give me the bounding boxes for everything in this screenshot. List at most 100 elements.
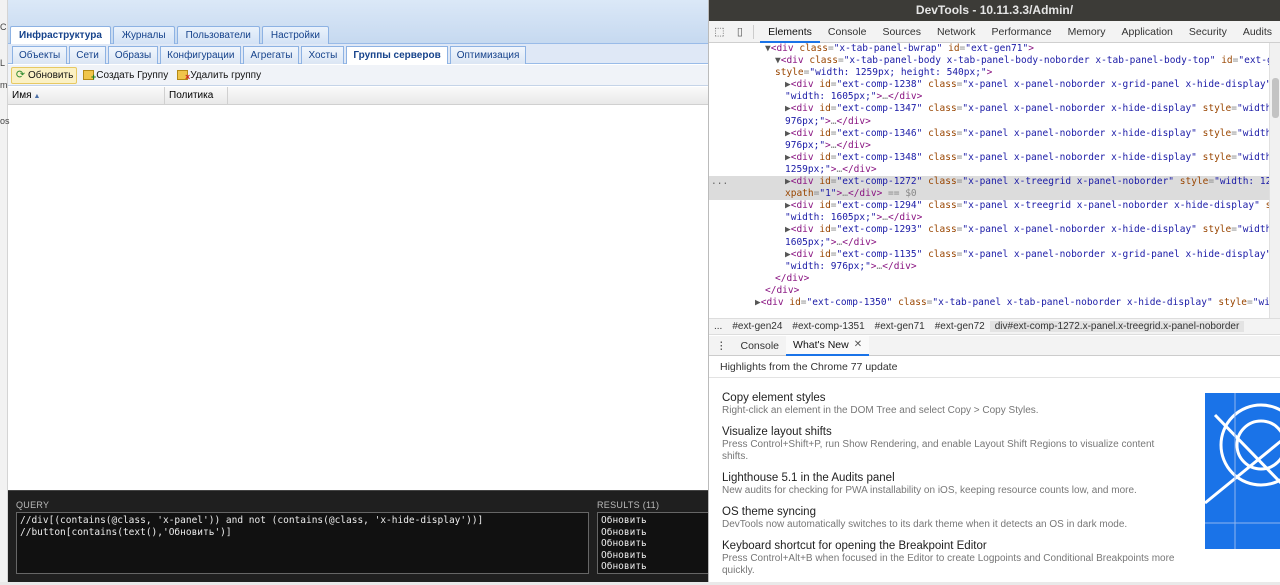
dom-token: class: [799, 43, 828, 54]
breadcrumb-item[interactable]: ...: [709, 321, 727, 332]
dom-node-line[interactable]: 976px;">…</div>: [709, 116, 1269, 128]
refresh-button[interactable]: ⟳ Обновить: [11, 66, 78, 84]
main-tab[interactable]: Журналы: [112, 26, 175, 44]
more-options-icon[interactable]: ...: [711, 176, 728, 188]
dom-node-line[interactable]: ▼<div class="x-tab-panel-body x-tab-pane…: [709, 55, 1269, 67]
edge-fragment: L: [0, 58, 6, 68]
result-item[interactable]: Обновить: [601, 538, 705, 550]
dom-node-line[interactable]: </div>: [709, 273, 1269, 285]
breadcrumb-item[interactable]: div#ext-comp-1272.x-panel.x-treegrid.x-p…: [989, 321, 1245, 332]
dom-token: style: [1179, 176, 1209, 188]
devtools-tab[interactable]: Security: [1181, 21, 1235, 43]
drawer-tab-console[interactable]: Console: [734, 336, 787, 356]
dom-token: "x-panel x-treegrid x-panel-noborder x-h…: [962, 200, 1260, 212]
sub-tab[interactable]: Сети: [69, 46, 106, 64]
dom-node-line[interactable]: ▶<div id="ext-comp-1293" class="x-panel …: [709, 224, 1269, 236]
sub-tab[interactable]: Группы серверов: [346, 46, 448, 64]
result-item[interactable]: Обновить: [601, 527, 705, 539]
folder-delete-icon: [177, 70, 190, 83]
main-tab[interactable]: Инфраструктура: [10, 26, 111, 45]
dom-token: class: [928, 200, 957, 212]
query-line: //div[(contains(@class, 'x-panel')) and …: [20, 515, 484, 526]
breadcrumb-item[interactable]: #ext-gen24: [727, 321, 787, 332]
dom-token: class: [928, 127, 957, 139]
result-item[interactable]: Обновить: [601, 561, 705, 573]
create-group-button[interactable]: Создать Группу: [80, 67, 171, 84]
whats-new-title[interactable]: OS theme syncing: [722, 505, 1182, 519]
main-tab[interactable]: Пользователи: [176, 26, 260, 44]
dom-node-line[interactable]: 976px;">…</div>: [709, 140, 1269, 152]
result-item[interactable]: Обновить: [601, 515, 705, 527]
column-header-policy[interactable]: Политика: [165, 87, 228, 105]
dom-node-line[interactable]: ▶<div id="ext-comp-1135" class="x-panel …: [709, 249, 1269, 261]
breadcrumb-item[interactable]: #ext-gen72: [930, 321, 990, 332]
devtools-tab[interactable]: Console: [820, 21, 875, 43]
dom-token: "width:: [1236, 127, 1269, 139]
dom-node-line[interactable]: 1259px;">…</div>: [709, 164, 1269, 176]
dom-node-line[interactable]: ▶<div id="ext-comp-1294" class="x-panel …: [709, 200, 1269, 212]
delete-group-button[interactable]: Удалить группу: [174, 67, 264, 84]
create-group-label: Создать Группу: [96, 69, 169, 81]
devtools-tab[interactable]: Memory: [1060, 21, 1114, 43]
dom-node-line[interactable]: xpath="1">…</div> == $0: [709, 188, 1269, 201]
dom-token: >: [986, 67, 993, 79]
whats-new-title[interactable]: Copy element styles: [722, 391, 1182, 405]
sub-tab[interactable]: Агрегаты: [243, 46, 300, 64]
dom-node-line[interactable]: ▶<div id="ext-comp-1238" class="x-panel …: [709, 79, 1269, 91]
dom-node-line[interactable]: "width: 1605px;">…</div>: [709, 212, 1269, 224]
devtools-tab[interactable]: Performance: [983, 21, 1059, 43]
refresh-icon: ⟳: [15, 68, 26, 81]
dom-node-line[interactable]: ▼<div class="x-tab-panel-bwrap" id="ext-…: [709, 43, 1269, 55]
close-icon[interactable]: ✕: [854, 335, 862, 355]
breadcrumb-item[interactable]: #ext-comp-1351: [787, 321, 869, 332]
dom-node-line[interactable]: style="width: 1259px; height: 540px;">: [709, 67, 1269, 79]
dom-token: "x-panel x-panel-noborder x-grid-panel x…: [962, 248, 1269, 260]
dom-token: class: [809, 55, 838, 67]
breadcrumb-item[interactable]: #ext-gen71: [870, 321, 930, 332]
dom-node-line[interactable]: </div>: [709, 285, 1269, 297]
dom-tree-scrollbar[interactable]: [1269, 43, 1280, 318]
dom-node-line[interactable]: ▶<div id="ext-comp-1346" class="x-panel …: [709, 128, 1269, 140]
dom-token: <div: [790, 151, 820, 163]
devtools-tab[interactable]: Application: [1114, 21, 1181, 43]
dom-node-line[interactable]: "width: 1605px;">…</div>: [709, 91, 1269, 103]
drawer-menu-icon[interactable]: ⋮: [709, 336, 734, 356]
app-frame: Инфраструктура Журналы Пользователи Настрой…: [8, 0, 708, 490]
devtools-tab[interactable]: Audits: [1235, 21, 1280, 43]
dom-node-line[interactable]: "width: 976px;">…</div>: [709, 261, 1269, 273]
dom-node-line[interactable]: 1605px;">…</div>: [709, 237, 1269, 249]
sub-tab[interactable]: Образы: [107, 46, 159, 64]
query-input[interactable]: //div[(contains(@class, 'x-panel')) and …: [16, 512, 589, 574]
dom-token: id: [789, 296, 801, 308]
sub-tab[interactable]: Конфигурации: [160, 46, 242, 64]
whats-new-title[interactable]: Visualize layout shifts: [722, 425, 1182, 439]
breadcrumb: ... #ext-gen24 #ext-comp-1351 #ext-gen71 #ex…: [709, 318, 1280, 335]
main-tab[interactable]: Настройки: [261, 26, 329, 44]
dom-token: </div>: [887, 91, 923, 103]
sub-tab[interactable]: Объекты: [12, 46, 68, 64]
device-toolbar-icon[interactable]: ▯: [730, 25, 751, 38]
whats-new-title[interactable]: Lighthouse 5.1 in the Audits panel: [722, 471, 1182, 485]
dom-token: id: [819, 200, 831, 212]
scrollbar-thumb[interactable]: [1272, 78, 1279, 118]
results-list: Обновить Обновить Обновить Обновить Обновить: [597, 512, 708, 574]
dom-node-line[interactable]: ▶<div id="ext-comp-1347" class="x-panel …: [709, 103, 1269, 115]
dom-token: <div: [790, 248, 820, 260]
devtools-tab[interactable]: Elements: [760, 21, 820, 43]
dom-token: "x-panel x-panel-noborder x-hide-display…: [962, 127, 1197, 139]
whats-new-title[interactable]: Keyboard shortcut for opening the Breakp…: [722, 539, 1182, 553]
column-header-name[interactable]: Имя ▲: [8, 87, 165, 105]
dom-node-line[interactable]: ▶<div id="ext-comp-1348" class="x-panel …: [709, 152, 1269, 164]
elements-dom-tree[interactable]: ▼<div class="x-tab-panel-bwrap" id="ext-…: [709, 43, 1269, 318]
dom-node-line[interactable]: ... ▶<div id="ext-comp-1272" class="x-pan…: [709, 176, 1269, 189]
result-item[interactable]: Обновить: [601, 550, 705, 562]
dom-token: "width:: [1236, 103, 1269, 115]
sub-tab[interactable]: Оптимизация: [449, 46, 527, 64]
dom-node-line[interactable]: ▶<div id="ext-comp-1350" class="x-tab-pa…: [709, 297, 1269, 309]
inspect-element-icon[interactable]: ⬚: [709, 25, 730, 38]
drawer-tab-whats-new[interactable]: What's New ✕: [786, 335, 870, 356]
devtools-tab[interactable]: Network: [929, 21, 984, 43]
sub-tab[interactable]: Хосты: [301, 46, 345, 64]
dom-token: "x-panel x-panel-noborder x-hide-display…: [962, 103, 1197, 115]
devtools-tab[interactable]: Sources: [874, 21, 929, 43]
